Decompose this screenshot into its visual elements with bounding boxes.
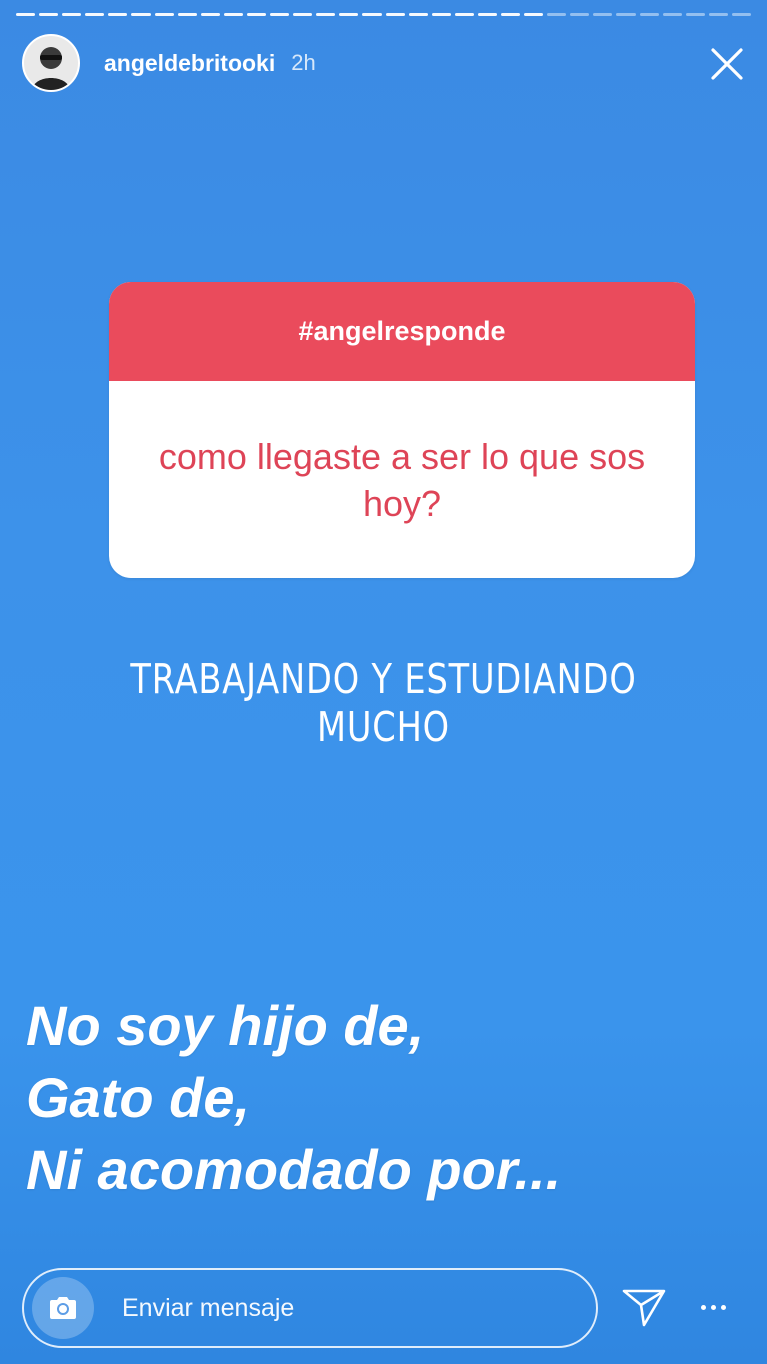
progress-segment (731, 13, 751, 16)
progress-segment (477, 13, 497, 16)
statement-text: No soy hijo de, Gato de, Ni acomodado po… (26, 990, 561, 1206)
camera-icon (50, 1297, 76, 1319)
progress-segment (339, 13, 359, 16)
progress-segment (131, 13, 151, 16)
progress-segment (200, 13, 220, 16)
statement-line: Gato de, (26, 1066, 251, 1129)
progress-segment (547, 13, 567, 16)
username[interactable]: angeldebritooki (104, 50, 275, 77)
progress-segment (316, 13, 336, 16)
story-progress-bar (16, 13, 751, 16)
send-icon[interactable] (620, 1283, 668, 1331)
progress-segment (500, 13, 521, 16)
progress-segment (385, 13, 405, 16)
camera-button[interactable] (32, 1277, 94, 1339)
progress-segment (593, 13, 613, 16)
progress-segment (39, 13, 59, 16)
progress-segment (154, 13, 174, 16)
story-header: angeldebritooki 2h (22, 32, 751, 94)
progress-segment (431, 13, 451, 16)
progress-segment (246, 13, 267, 16)
progress-segment (16, 13, 36, 16)
statement-line: Ni acomodado por... (26, 1138, 562, 1201)
avatar[interactable] (22, 34, 80, 92)
progress-segment (293, 13, 313, 16)
question-tag: #angelresponde (109, 282, 695, 381)
progress-segment (685, 13, 705, 16)
progress-segment (662, 13, 682, 16)
progress-segment (408, 13, 428, 16)
progress-segment (708, 13, 728, 16)
progress-segment (223, 13, 243, 16)
progress-segment (177, 13, 197, 16)
statement-line: No soy hijo de, (26, 994, 425, 1057)
question-sticker[interactable]: #angelresponde como llegaste a ser lo qu… (109, 282, 695, 578)
progress-segment (108, 13, 128, 16)
progress-segment (270, 13, 290, 16)
reply-bar (22, 1268, 598, 1348)
progress-segment (639, 13, 659, 16)
answer-text: TRABAJANDO Y ESTUDIANDO MUCHO (130, 655, 637, 751)
time-ago: 2h (291, 50, 316, 75)
message-input[interactable] (120, 1292, 596, 1324)
progress-segment (570, 13, 590, 16)
more-options-icon[interactable] (690, 1283, 736, 1331)
progress-segment (616, 13, 636, 16)
progress-segment (362, 13, 382, 16)
progress-segment (454, 13, 474, 16)
question-text: como llegaste a ser lo que sos hoy? (158, 435, 646, 524)
close-icon[interactable] (707, 44, 747, 84)
progress-segment (62, 13, 82, 16)
story-view[interactable]: angeldebritooki 2h #angelresponde como l… (0, 0, 767, 1364)
progress-segment (524, 13, 544, 16)
progress-segment (85, 13, 105, 16)
